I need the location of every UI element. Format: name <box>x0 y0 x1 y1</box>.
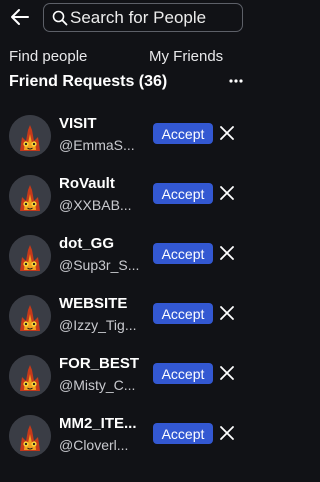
close-icon <box>220 306 234 320</box>
accept-button[interactable]: Accept <box>153 123 213 144</box>
avatar-image <box>9 175 51 217</box>
friend-request-row: VISIT @EmmaS... Accept <box>0 113 250 173</box>
close-icon <box>220 426 234 440</box>
decline-button[interactable] <box>219 365 235 381</box>
decline-button[interactable] <box>219 185 235 201</box>
more-horizontal-icon <box>229 79 243 83</box>
avatar[interactable] <box>9 295 51 337</box>
tab-bar: Find people My Friends <box>0 42 250 72</box>
decline-button[interactable] <box>219 425 235 441</box>
accept-button[interactable]: Accept <box>153 303 213 324</box>
avatar-image <box>9 115 51 157</box>
top-bar <box>0 0 250 40</box>
search-input[interactable] <box>70 5 238 30</box>
display-name: MM2_ITE... <box>59 415 137 432</box>
display-name: RoVault <box>59 175 115 192</box>
decline-button[interactable] <box>219 305 235 321</box>
avatar-image <box>9 295 51 337</box>
avatar[interactable] <box>9 175 51 217</box>
display-name: WEBSITE <box>59 295 128 312</box>
username: @XXBAB... <box>59 197 132 213</box>
close-icon <box>220 366 234 380</box>
avatar[interactable] <box>9 235 51 277</box>
username: @EmmaS... <box>59 137 135 153</box>
avatar[interactable] <box>9 355 51 397</box>
friend-request-row: dot_GG @Sup3r_S... Accept <box>0 233 250 293</box>
arrow-left-icon <box>11 9 29 25</box>
display-name: VISIT <box>59 115 97 132</box>
back-button[interactable] <box>9 6 31 28</box>
close-icon <box>220 126 234 140</box>
friend-requests-title: Friend Requests (36) <box>9 73 168 90</box>
more-options-button[interactable] <box>228 74 244 88</box>
friend-request-row: RoVault @XXBAB... Accept <box>0 173 250 233</box>
close-icon <box>220 186 234 200</box>
username: @Misty_C... <box>59 377 136 393</box>
display-name: FOR_BEST <box>59 355 140 372</box>
username: @Izzy_Tig... <box>59 317 137 333</box>
username: @Sup3r_S... <box>59 257 140 273</box>
avatar-image <box>9 415 51 457</box>
tab-my-friends[interactable]: My Friends <box>149 48 223 65</box>
decline-button[interactable] <box>219 245 235 261</box>
close-icon <box>220 246 234 260</box>
accept-button[interactable]: Accept <box>153 243 213 264</box>
friend-request-row: WEBSITE @Izzy_Tig... Accept <box>0 293 250 353</box>
avatar-image <box>9 355 51 397</box>
accept-button[interactable]: Accept <box>153 183 213 204</box>
tab-find-people[interactable]: Find people <box>9 48 87 65</box>
display-name: dot_GG <box>59 235 114 252</box>
decline-button[interactable] <box>219 125 235 141</box>
accept-button[interactable]: Accept <box>153 423 213 444</box>
friend-request-row: FOR_BEST @Misty_C... Accept <box>0 353 250 413</box>
search-field[interactable] <box>43 3 243 32</box>
avatar-image <box>9 235 51 277</box>
search-icon <box>52 10 68 26</box>
avatar[interactable] <box>9 115 51 157</box>
username: @Cloverl... <box>59 437 129 453</box>
avatar[interactable] <box>9 415 51 457</box>
friend-request-row: MM2_ITE... @Cloverl... Accept <box>0 413 250 473</box>
accept-button[interactable]: Accept <box>153 363 213 384</box>
